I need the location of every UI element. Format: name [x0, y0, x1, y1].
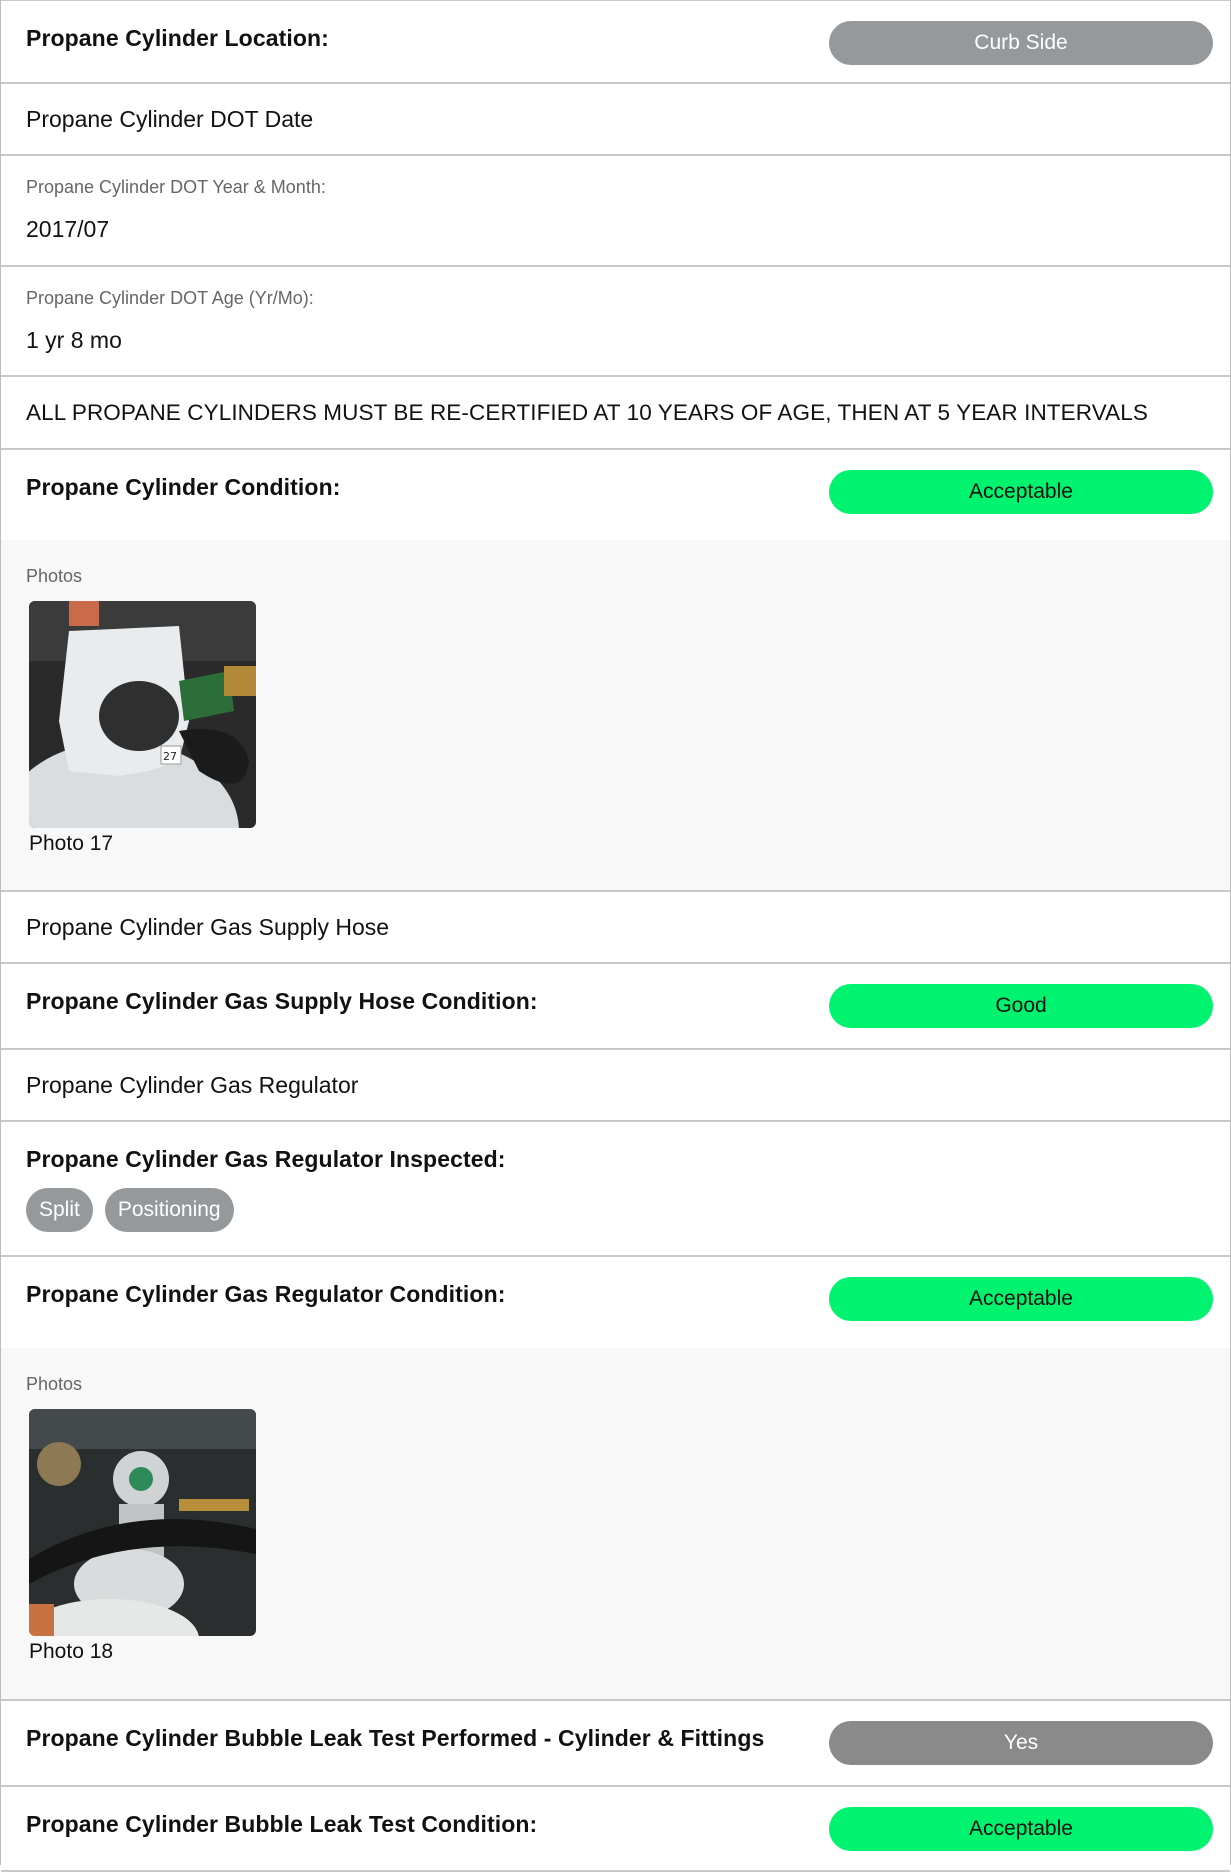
location-row: Propane Cylinder Location: Curb Side [1, 0, 1230, 84]
propane-cylinder-photo[interactable]: 27 [29, 601, 256, 828]
condition-row: Propane Cylinder Condition: Acceptable [1, 450, 1230, 540]
regulator-inspected-chips: Split Positioning [26, 1188, 1205, 1232]
photos-label: Photos [26, 566, 83, 586]
regulator-inspected-row: Propane Cylinder Gas Regulator Inspected… [1, 1122, 1230, 1257]
bubble-condition-value-pill[interactable]: Acceptable [829, 1807, 1213, 1851]
inspection-report: Propane Cylinder Location: Curb Side Pro… [0, 0, 1231, 1872]
dot-age-value: 1 yr 8 mo [26, 327, 122, 353]
dot-year-month-value: 2017/07 [26, 216, 110, 242]
condition-value-pill[interactable]: Acceptable [829, 470, 1213, 514]
condition-label: Propane Cylinder Condition: [26, 474, 341, 500]
regulator-condition-label: Propane Cylinder Gas Regulator Condition… [26, 1281, 506, 1307]
bubble-test-label: Propane Cylinder Bubble Leak Test Perfor… [26, 1725, 765, 1751]
bubble-test-row: Propane Cylinder Bubble Leak Test Perfor… [1, 1701, 1230, 1787]
gas-supply-hose-section: Propane Cylinder Gas Supply Hose [1, 892, 1230, 964]
bubble-test-value-pill[interactable]: Yes [829, 1721, 1213, 1765]
condition-photos-section: Photos 27 Photo 17 [1, 540, 1230, 892]
location-label: Propane Cylinder Location: [26, 25, 329, 51]
regulator-photos-section: Photos Photo 18 [1, 1348, 1230, 1701]
hose-condition-row: Propane Cylinder Gas Supply Hose Conditi… [1, 964, 1230, 1050]
dot-year-month-row: Propane Cylinder DOT Year & Month: 2017/… [1, 156, 1230, 267]
dot-date-section: Propane Cylinder DOT Date [1, 84, 1230, 156]
photos-label: Photos [26, 1374, 83, 1394]
hose-condition-value-pill[interactable]: Good [829, 984, 1213, 1028]
chip-positioning[interactable]: Positioning [104, 1188, 234, 1232]
recertification-notice-row: ALL PROPANE CYLINDERS MUST BE RE-CERTIFI… [1, 377, 1230, 450]
regulator-condition-row: Propane Cylinder Gas Regulator Condition… [1, 1257, 1230, 1348]
bubble-condition-row: Propane Cylinder Bubble Leak Test Condit… [1, 1787, 1230, 1872]
regulator-inspected-label: Propane Cylinder Gas Regulator Inspected… [26, 1146, 506, 1172]
gas-regulator-title: Propane Cylinder Gas Regulator [26, 1072, 359, 1098]
gas-regulator-photo[interactable] [29, 1409, 256, 1636]
hose-condition-label: Propane Cylinder Gas Supply Hose Conditi… [26, 988, 538, 1014]
photo-caption: Photo 17 [29, 832, 114, 855]
dot-date-title: Propane Cylinder DOT Date [26, 106, 314, 132]
dot-year-month-label: Propane Cylinder DOT Year & Month: [26, 177, 326, 197]
location-value-pill[interactable]: Curb Side [829, 21, 1213, 65]
chip-split[interactable]: Split [26, 1188, 93, 1232]
dot-age-label: Propane Cylinder DOT Age (Yr/Mo): [26, 288, 314, 308]
gas-supply-hose-title: Propane Cylinder Gas Supply Hose [26, 914, 390, 940]
svg-text:27: 27 [163, 750, 177, 763]
photo-caption: Photo 18 [29, 1640, 114, 1663]
regulator-condition-value-pill[interactable]: Acceptable [829, 1277, 1213, 1321]
dot-age-row: Propane Cylinder DOT Age (Yr/Mo): 1 yr 8… [1, 267, 1230, 377]
recertification-notice: ALL PROPANE CYLINDERS MUST BE RE-CERTIFI… [26, 399, 1148, 425]
gas-regulator-section: Propane Cylinder Gas Regulator [1, 1050, 1230, 1122]
bubble-condition-label: Propane Cylinder Bubble Leak Test Condit… [26, 1811, 538, 1837]
